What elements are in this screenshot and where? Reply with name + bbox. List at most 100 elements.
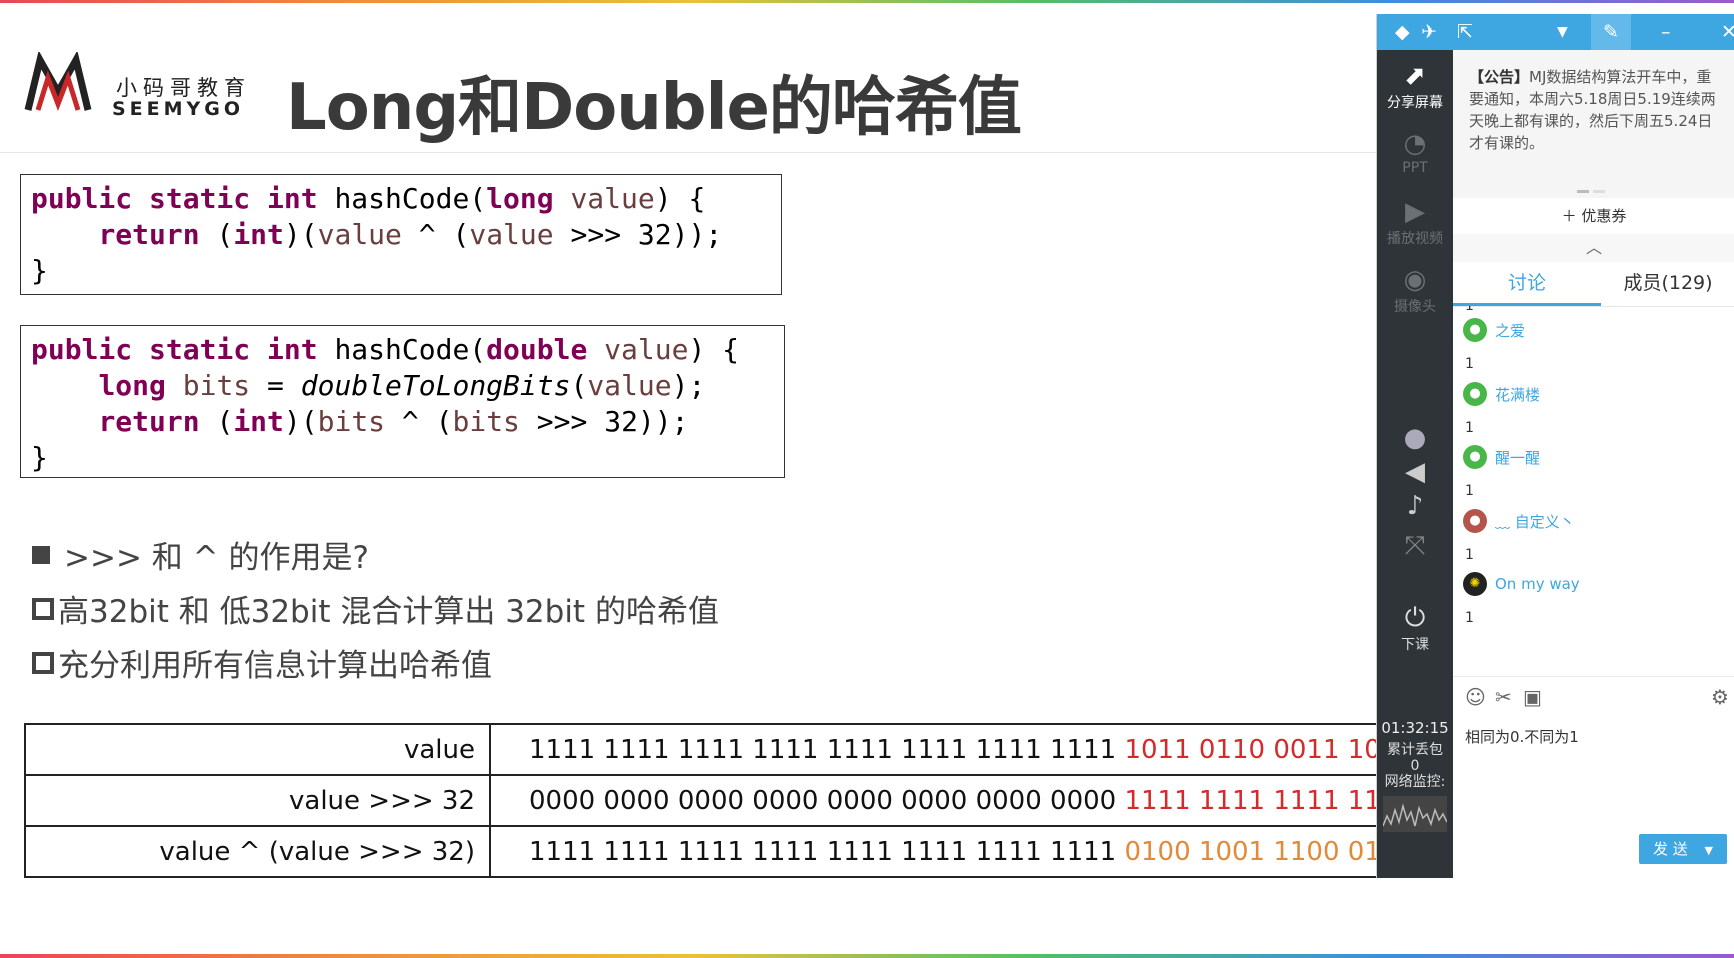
announcement: 【公告】MJ数据结构算法开车中，重要通知，本周六5.18周日5.19连续两天晚上… xyxy=(1453,50,1734,198)
code-token: >>> 32)); xyxy=(519,405,689,438)
coupon-button[interactable]: ＋ 优惠券 xyxy=(1453,198,1734,235)
network-monitor-label: 网络监控: xyxy=(1384,774,1446,790)
sidebar-item-share-screen[interactable]: ⬈ 分享屏幕 xyxy=(1377,60,1453,112)
panel-content: 【公告】MJ数据结构算法开车中，重要通知，本周六5.18周日5.19连续两天晚上… xyxy=(1453,50,1734,878)
avatar: ● xyxy=(1463,509,1487,533)
carousel-dot[interactable] xyxy=(1593,190,1605,193)
message-sender[interactable]: ● 醒一醒 xyxy=(1463,445,1540,469)
code-token: int xyxy=(233,218,284,251)
code-token: value xyxy=(570,182,655,215)
code-token: value xyxy=(317,218,402,251)
wechat-icon: ● xyxy=(1463,445,1487,469)
chevron-up-icon: ︿ xyxy=(1585,238,1602,257)
message-input[interactable]: 相同为0.不同为1 xyxy=(1453,716,1734,846)
send-label: 发 送 xyxy=(1652,840,1688,858)
code-line: return (int)(value ^ (value >>> 32)); xyxy=(31,217,771,253)
pin-button[interactable]: ✎ xyxy=(1591,14,1631,50)
code-token: public static int xyxy=(31,182,335,215)
session-time: 01:32:15 xyxy=(1381,719,1449,737)
message-sender[interactable]: ✺ On my way xyxy=(1463,572,1580,596)
code-token: } xyxy=(31,441,48,474)
code-line: public static int hashCode(long value) { xyxy=(31,181,771,217)
code-token: return xyxy=(98,218,217,251)
code-token: long xyxy=(98,369,183,402)
announcement-tag: 【公告】 xyxy=(1469,68,1530,86)
bottom-color-stripe xyxy=(0,954,1734,958)
row-label: value >>> 32 xyxy=(24,774,491,827)
scissors-icon[interactable]: ✂ xyxy=(1495,685,1512,709)
code-token: doubleToLongBits xyxy=(300,369,571,402)
music-toggle[interactable]: ♪ xyxy=(1377,490,1453,522)
speaker-toggle[interactable]: ◀ xyxy=(1377,456,1453,488)
message-sender[interactable]: ● 之爱 xyxy=(1463,318,1525,342)
message-sender[interactable]: ● 花满楼 xyxy=(1463,382,1540,406)
code-line: } xyxy=(31,253,771,289)
cap-icon[interactable]: ◆ xyxy=(1395,21,1410,43)
minimize-icon[interactable]: – xyxy=(1661,21,1671,43)
code-token: bits xyxy=(452,405,520,438)
code-token: )( xyxy=(283,218,318,251)
code-token: = xyxy=(250,369,301,402)
chat-list: 1 ● 之爱 1 ● 花满楼 1 ● 醒一醒 1 ● ﹏ 自定义丶 1 ✺ On… xyxy=(1453,306,1734,676)
row-label: value ^ (value >>> 32) xyxy=(24,825,491,878)
filled-square-icon xyxy=(32,545,50,564)
collapse-button[interactable]: ︿ xyxy=(1453,234,1734,262)
sidebar-item-end-class[interactable]: ⏻ 下课 xyxy=(1377,602,1453,654)
bullet-question: >>> 和 ^ 的作用是? xyxy=(32,532,369,577)
sidebar-label: 下课 xyxy=(1401,637,1429,653)
microphone-icon: ● xyxy=(1403,423,1427,453)
plane-icon[interactable]: ✈ xyxy=(1421,21,1437,43)
close-icon[interactable]: ✕ xyxy=(1721,21,1734,43)
code-token: hashCode( xyxy=(334,182,487,215)
panel-titlebar[interactable]: ◆ ✈ ⇱ ▼ ✎ – ✕ xyxy=(1377,14,1734,50)
code-token: )( xyxy=(283,405,318,438)
code-token: value xyxy=(587,369,672,402)
mic-toggle[interactable]: ● xyxy=(1377,422,1453,454)
logo-english-text: SEEMYGO xyxy=(112,98,245,120)
top-color-stripe xyxy=(0,0,1734,3)
dropdown-icon[interactable]: ▼ xyxy=(1705,844,1713,857)
dropdown-icon[interactable]: ▼ xyxy=(1557,21,1568,43)
message-sender[interactable]: ● ﹏ 自定义丶 xyxy=(1463,509,1575,533)
code-token: ); xyxy=(671,369,706,402)
low-bits: 1011 0110 0011 100 xyxy=(1124,734,1398,765)
pin-icon[interactable]: ✎ xyxy=(1603,21,1619,43)
image-icon[interactable]: ▣ xyxy=(1523,685,1542,709)
code-token: value xyxy=(469,218,554,251)
low-bits: 0100 1001 1100 011 xyxy=(1124,836,1398,867)
sidebar-label: PPT xyxy=(1402,160,1428,176)
sender-name: 之爱 xyxy=(1495,321,1526,340)
code-token: value xyxy=(604,333,689,366)
row-label: value xyxy=(24,723,491,776)
seemygo-logo: 小码哥教育 SEEMYGO xyxy=(24,50,254,128)
bullet-use-all-info: 充分利用所有信息计算出哈希值 xyxy=(32,640,492,685)
sidebar-label: 摄像头 xyxy=(1394,299,1436,315)
sidebar-item-camera[interactable]: ◉ 摄像头 xyxy=(1377,264,1453,316)
code-token: ( xyxy=(216,218,234,251)
share-screen-icon: ⬈ xyxy=(1404,61,1426,91)
speaker-icon: ◀ xyxy=(1405,457,1425,487)
code-token: ( xyxy=(570,369,588,402)
code-token: double xyxy=(486,333,605,366)
live-class-panel: ◆ ✈ ⇱ ▼ ✎ – ✕ ⬈ 分享屏幕 ◔ PPT ▶ 播放视频 ◉ 摄像头 … xyxy=(1376,14,1734,878)
fullscreen-toggle[interactable]: ⤧ xyxy=(1377,530,1453,562)
avatar: ✺ xyxy=(1463,572,1487,596)
plus-icon: ＋ xyxy=(1561,207,1577,225)
carousel-dot[interactable] xyxy=(1577,190,1589,193)
wechat-icon: ● xyxy=(1463,318,1487,342)
tab-discussion[interactable]: 讨论 xyxy=(1453,262,1601,306)
logo-m-mark xyxy=(24,50,92,111)
code-token: ) { xyxy=(654,182,706,215)
export-icon[interactable]: ⇱ xyxy=(1457,21,1473,43)
settings-icon[interactable]: ⚙ xyxy=(1711,685,1729,709)
sidebar-item-play-video[interactable]: ▶ 播放视频 xyxy=(1377,196,1453,248)
sidebar-item-ppt[interactable]: ◔ PPT xyxy=(1377,128,1453,176)
tab-members[interactable]: 成员(129) xyxy=(1601,262,1734,306)
code-token: long xyxy=(486,182,571,215)
send-button[interactable]: 发 送 ▼ xyxy=(1639,834,1727,864)
emoji-icon[interactable]: ☺ xyxy=(1465,685,1486,709)
bullet-text: >>> 和 ^ 的作用是? xyxy=(64,540,369,576)
panel-sidebar: ⬈ 分享屏幕 ◔ PPT ▶ 播放视频 ◉ 摄像头 ● ◀ ♪ ⤧ ⏻ 下课 0… xyxy=(1377,50,1453,878)
